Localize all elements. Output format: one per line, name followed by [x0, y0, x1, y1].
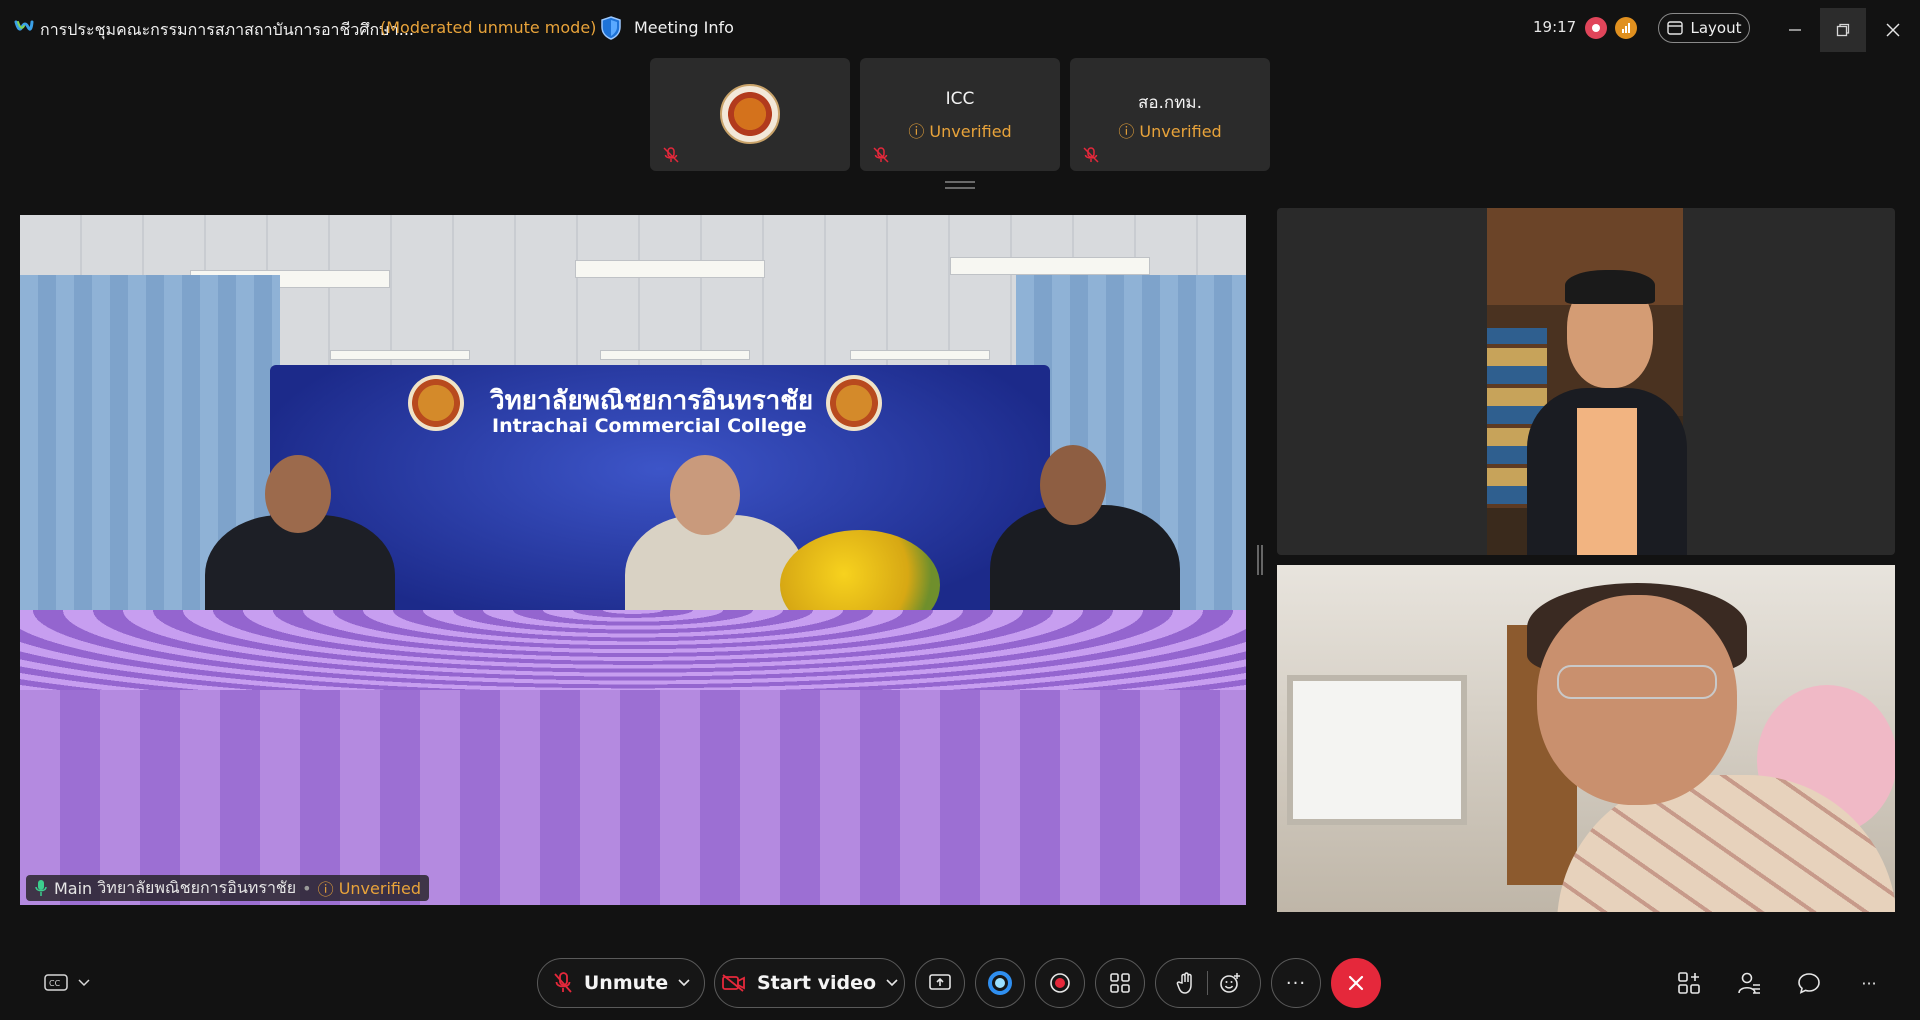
participant-thumbnail[interactable] [650, 58, 850, 171]
ai-assistant-icon [988, 971, 1012, 995]
minimize-button[interactable] [1772, 8, 1818, 52]
apps-add-icon [1678, 972, 1700, 994]
raise-hand-icon[interactable] [1175, 971, 1197, 995]
mic-muted-icon [554, 972, 572, 993]
mic-muted-icon [873, 147, 889, 163]
main-label-status: Unverified [338, 878, 421, 898]
restore-icon [1836, 23, 1850, 37]
chevron-down-icon[interactable] [886, 979, 898, 987]
close-icon [1886, 23, 1900, 37]
ceiling-light [600, 350, 750, 360]
apps-grid-icon [1110, 973, 1130, 993]
participant-shirt [1577, 408, 1637, 555]
participant-hair [1565, 270, 1655, 304]
share-content-button[interactable] [915, 958, 965, 1008]
info-icon: ⓘ [908, 122, 925, 141]
panelist-right-head [1040, 445, 1106, 525]
panelist-left-head [265, 455, 331, 533]
close-icon [1348, 975, 1364, 991]
shield-icon[interactable] [598, 15, 624, 41]
start-video-button[interactable]: Start video [714, 958, 905, 1008]
ceiling-light [850, 350, 990, 360]
chevron-down-icon [78, 979, 90, 987]
video-off-icon [722, 974, 745, 992]
participant-video-tile[interactable] [1277, 208, 1895, 555]
start-video-label: Start video [756, 972, 877, 994]
closed-captions-button[interactable]: CC [44, 968, 100, 998]
room-window [1287, 675, 1467, 825]
reactions-button[interactable] [1155, 958, 1261, 1008]
meeting-clock: 19:17 [1533, 18, 1577, 36]
more-icon: ··· [1861, 973, 1877, 993]
moderated-mode-label: (Moderated unmute mode) [380, 18, 597, 37]
ceiling-light [575, 260, 765, 278]
unmute-button[interactable]: Unmute [537, 958, 705, 1008]
webex-logo-icon [14, 20, 34, 31]
title-bar: การประชุมคณะกรรมการสภาสถาบันการอาชีวศึกษ… [0, 0, 1920, 58]
emoji-reaction-icon[interactable] [1218, 971, 1242, 995]
ai-assistant-button[interactable] [975, 958, 1025, 1008]
ceiling-light [330, 350, 470, 360]
verification-status: ⓘ Unverified [908, 122, 1012, 141]
close-window-button[interactable] [1870, 8, 1916, 52]
chat-button[interactable] [1794, 968, 1824, 998]
meeting-title: การประชุมคณะกรรมการสภาสถาบันการอาชีวศึกษ… [40, 20, 415, 39]
table-drape-swags [20, 610, 1246, 690]
mic-active-icon [35, 880, 47, 896]
record-button[interactable] [1035, 958, 1085, 1008]
backdrop-emblem [408, 375, 464, 431]
organization-emblem [720, 84, 780, 144]
verification-status: ⓘ Unverified [1118, 122, 1222, 141]
restore-button[interactable] [1820, 8, 1866, 52]
more-icon: ··· [1285, 972, 1307, 994]
more-options-button[interactable]: ··· [1271, 958, 1321, 1008]
main-video-label: Main วิทยาลัยพณิชยการอินทราชัย • ⓘ Unver… [26, 875, 429, 901]
main-label-name: วิทยาลัยพณิชยการอินทราชัย [97, 877, 297, 897]
network-stats-icon[interactable] [1615, 17, 1637, 39]
label-separator: • [302, 878, 312, 898]
record-icon [1050, 973, 1070, 993]
panelist-center-head [670, 455, 740, 535]
minimize-icon [1789, 29, 1801, 31]
main-label-prefix: Main [54, 878, 93, 898]
leave-meeting-button[interactable] [1331, 958, 1381, 1008]
layout-button[interactable]: Layout [1658, 13, 1750, 43]
participant-name: ICC [945, 89, 975, 109]
participant-thumbnail[interactable]: ICC ⓘ Unverified [860, 58, 1060, 171]
participant-name: สอ.กทม. [1137, 93, 1203, 113]
more-panels-button[interactable]: ··· [1854, 968, 1884, 998]
stage-splitter-handle[interactable] [1257, 545, 1263, 575]
participant-head [1537, 595, 1737, 805]
ceiling-light [950, 257, 1150, 275]
svg-text:CC: CC [49, 979, 61, 988]
participant-video-tile[interactable] [1277, 565, 1895, 912]
layout-label: Layout [1690, 19, 1742, 37]
chat-icon [1798, 973, 1820, 994]
recording-indicator-icon[interactable] [1585, 17, 1607, 39]
main-video-stage[interactable]: วิทยาลัยพณิชยการอินทราชัย Intrachai Comm… [20, 215, 1246, 905]
meeting-info-button[interactable]: Meeting Info [634, 18, 734, 37]
participant-glasses [1557, 665, 1717, 699]
participant-thumbnail[interactable]: สอ.กทม. ⓘ Unverified [1070, 58, 1270, 171]
info-icon: ⓘ [317, 880, 339, 899]
chevron-down-icon[interactable] [678, 979, 690, 987]
share-screen-icon [929, 974, 951, 990]
info-icon: ⓘ [1118, 122, 1135, 141]
closed-captions-icon: CC [44, 974, 68, 991]
layout-icon [1666, 21, 1683, 35]
participants-button[interactable] [1734, 968, 1764, 998]
participants-icon [1738, 972, 1760, 994]
unmute-label: Unmute [583, 972, 669, 994]
apps-button[interactable] [1095, 958, 1145, 1008]
backdrop-emblem [826, 375, 882, 431]
signal-bars-icon [1622, 23, 1630, 33]
mic-muted-icon [663, 147, 679, 163]
apps-panel-button[interactable] [1674, 968, 1704, 998]
backdrop-sign-english: Intrachai Commercial College [492, 415, 807, 437]
filmstrip-resize-handle[interactable] [945, 181, 975, 189]
mic-muted-icon [1083, 147, 1099, 163]
divider [1206, 971, 1208, 995]
